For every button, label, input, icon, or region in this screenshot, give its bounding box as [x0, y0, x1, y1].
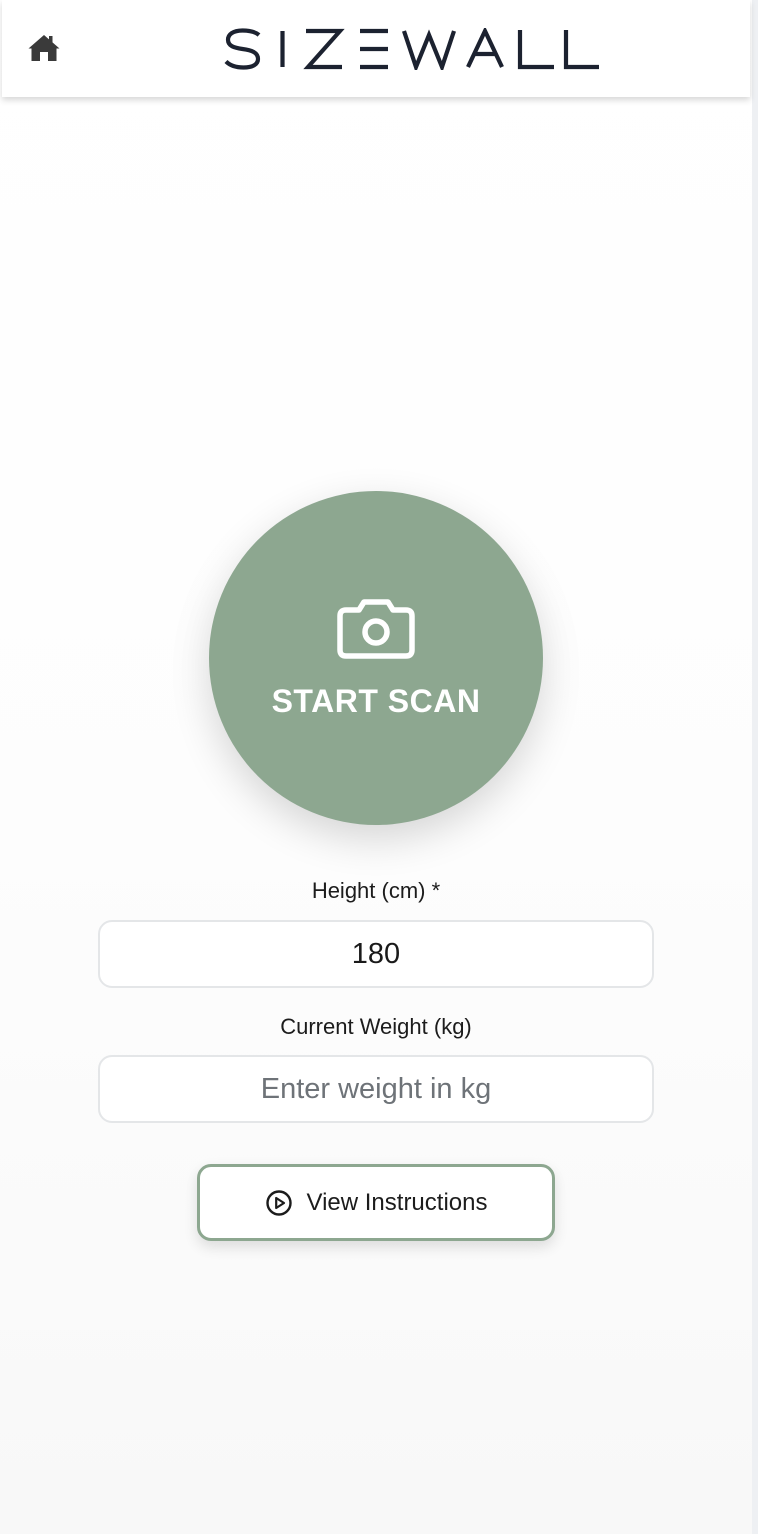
home-button[interactable] [24, 30, 64, 66]
height-input[interactable] [98, 920, 654, 988]
weight-input[interactable] [98, 1055, 654, 1123]
view-instructions-label: View Instructions [306, 1188, 488, 1216]
home-icon [28, 35, 60, 61]
brand-logo: SIZEWALL [224, 26, 603, 74]
start-scan-label: START SCAN [271, 683, 481, 719]
play-circle-icon [265, 1189, 292, 1216]
brand-text: SIZEWALL [602, 28, 603, 29]
scrollbar-track[interactable] [752, 0, 758, 1534]
height-label: Height (cm) * [311, 878, 441, 903]
view-instructions-button[interactable]: View Instructions [197, 1164, 555, 1241]
weight-label: Current Weight (kg) [280, 1014, 472, 1039]
top-header: SIZEWALL [2, 0, 750, 97]
start-scan-button[interactable]: START SCAN [209, 491, 543, 825]
camera-icon [337, 599, 415, 659]
